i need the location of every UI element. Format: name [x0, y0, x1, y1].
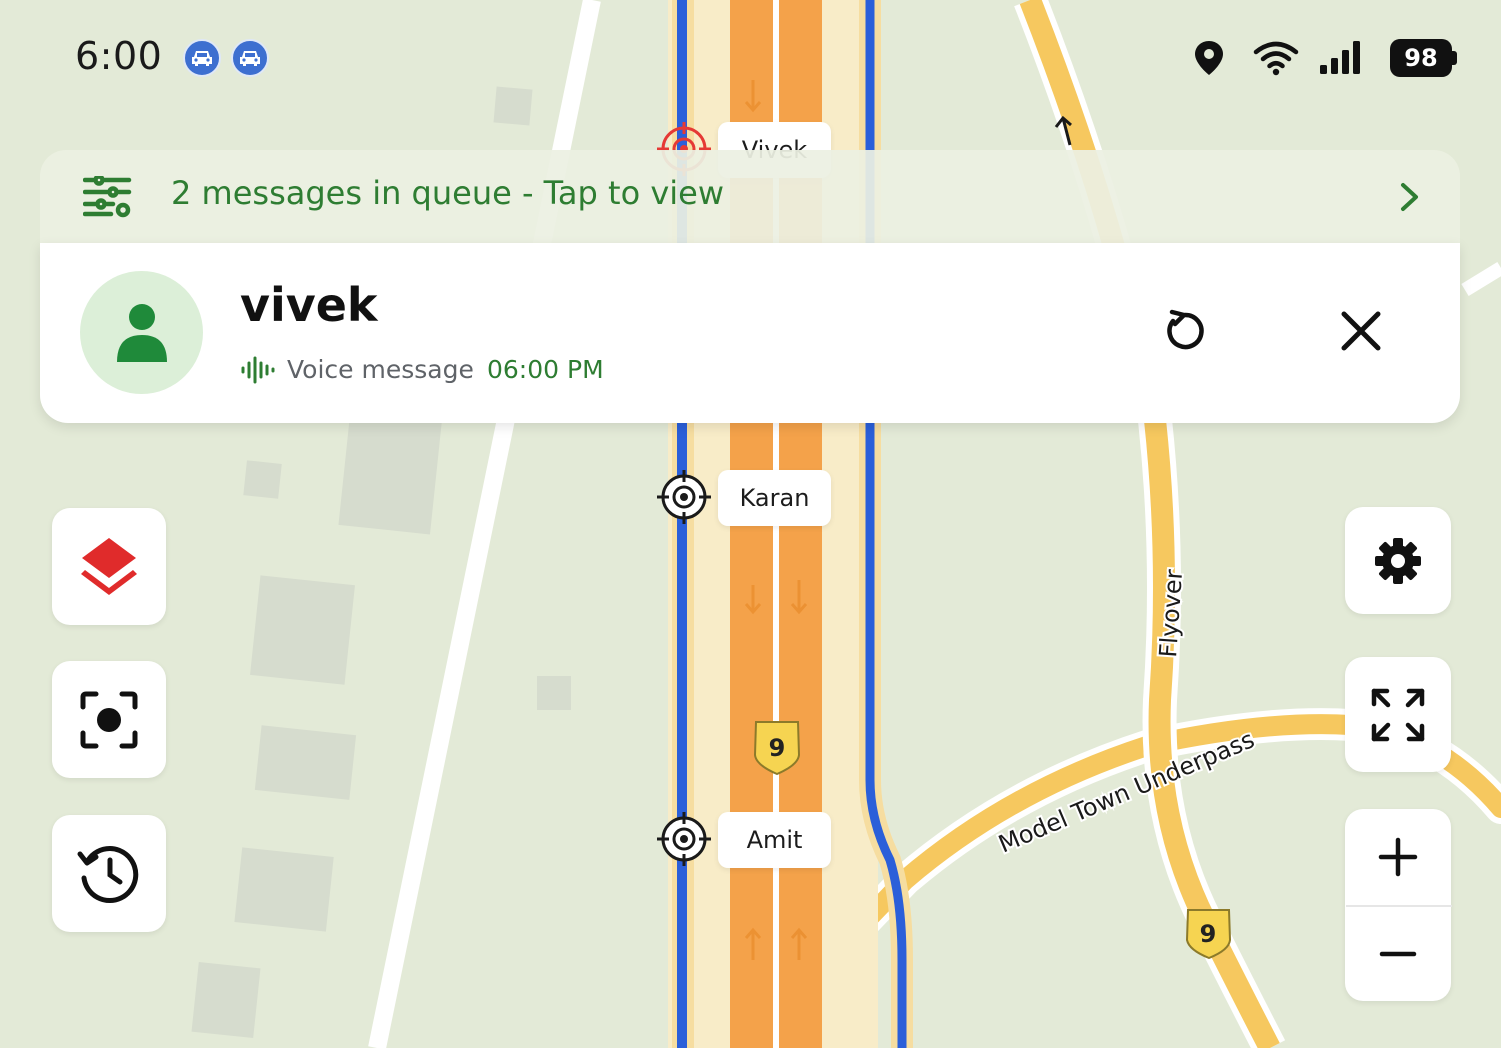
- queue-banner-text[interactable]: 2 messages in queue - Tap to view: [171, 174, 724, 212]
- close-icon[interactable]: [1340, 310, 1382, 356]
- settings-icon: [1375, 537, 1421, 584]
- recenter-icon: [80, 691, 138, 748]
- message-card[interactable]: [40, 243, 1460, 423]
- message-time: 06:00 PM: [487, 355, 604, 384]
- person-icon: [116, 303, 167, 362]
- route-shield: 9: [753, 721, 801, 776]
- fullscreen-icon: [1371, 688, 1425, 741]
- layers-icon: [81, 537, 137, 595]
- signal-icon: [1318, 40, 1364, 80]
- car-icon: [183, 39, 221, 77]
- history-icon: [77, 845, 139, 903]
- svg-text:9: 9: [1200, 920, 1217, 948]
- layers-button[interactable]: [52, 508, 166, 625]
- replay-icon[interactable]: [1160, 306, 1210, 360]
- zoom-in-icon: [1378, 837, 1418, 877]
- battery-icon: 98: [1390, 39, 1458, 77]
- marker-label-karan[interactable]: Karan: [718, 470, 831, 526]
- zoom-in-button[interactable]: [1345, 809, 1451, 905]
- sender-name: vivek: [240, 278, 378, 332]
- history-button[interactable]: [52, 815, 166, 932]
- message-type: Voice message: [287, 355, 474, 384]
- chevron-right-icon[interactable]: [1399, 182, 1421, 216]
- voice-wave-icon: [240, 356, 276, 388]
- recenter-button[interactable]: [52, 661, 166, 778]
- marker-label-amit[interactable]: Amit: [718, 812, 831, 868]
- queue-list-icon: [82, 174, 133, 222]
- battery-level: 98: [1404, 44, 1438, 72]
- svg-text:9: 9: [769, 734, 786, 762]
- settings-button[interactable]: [1345, 507, 1451, 614]
- zoom-out-button[interactable]: [1345, 907, 1451, 1001]
- status-time: 6:00: [75, 34, 163, 78]
- zoom-out-icon: [1379, 951, 1417, 957]
- fullscreen-button[interactable]: [1345, 657, 1451, 772]
- car-icon: [231, 39, 269, 77]
- avatar: [80, 271, 203, 394]
- wifi-icon: [1253, 40, 1299, 80]
- location-pin-icon: [1193, 40, 1225, 80]
